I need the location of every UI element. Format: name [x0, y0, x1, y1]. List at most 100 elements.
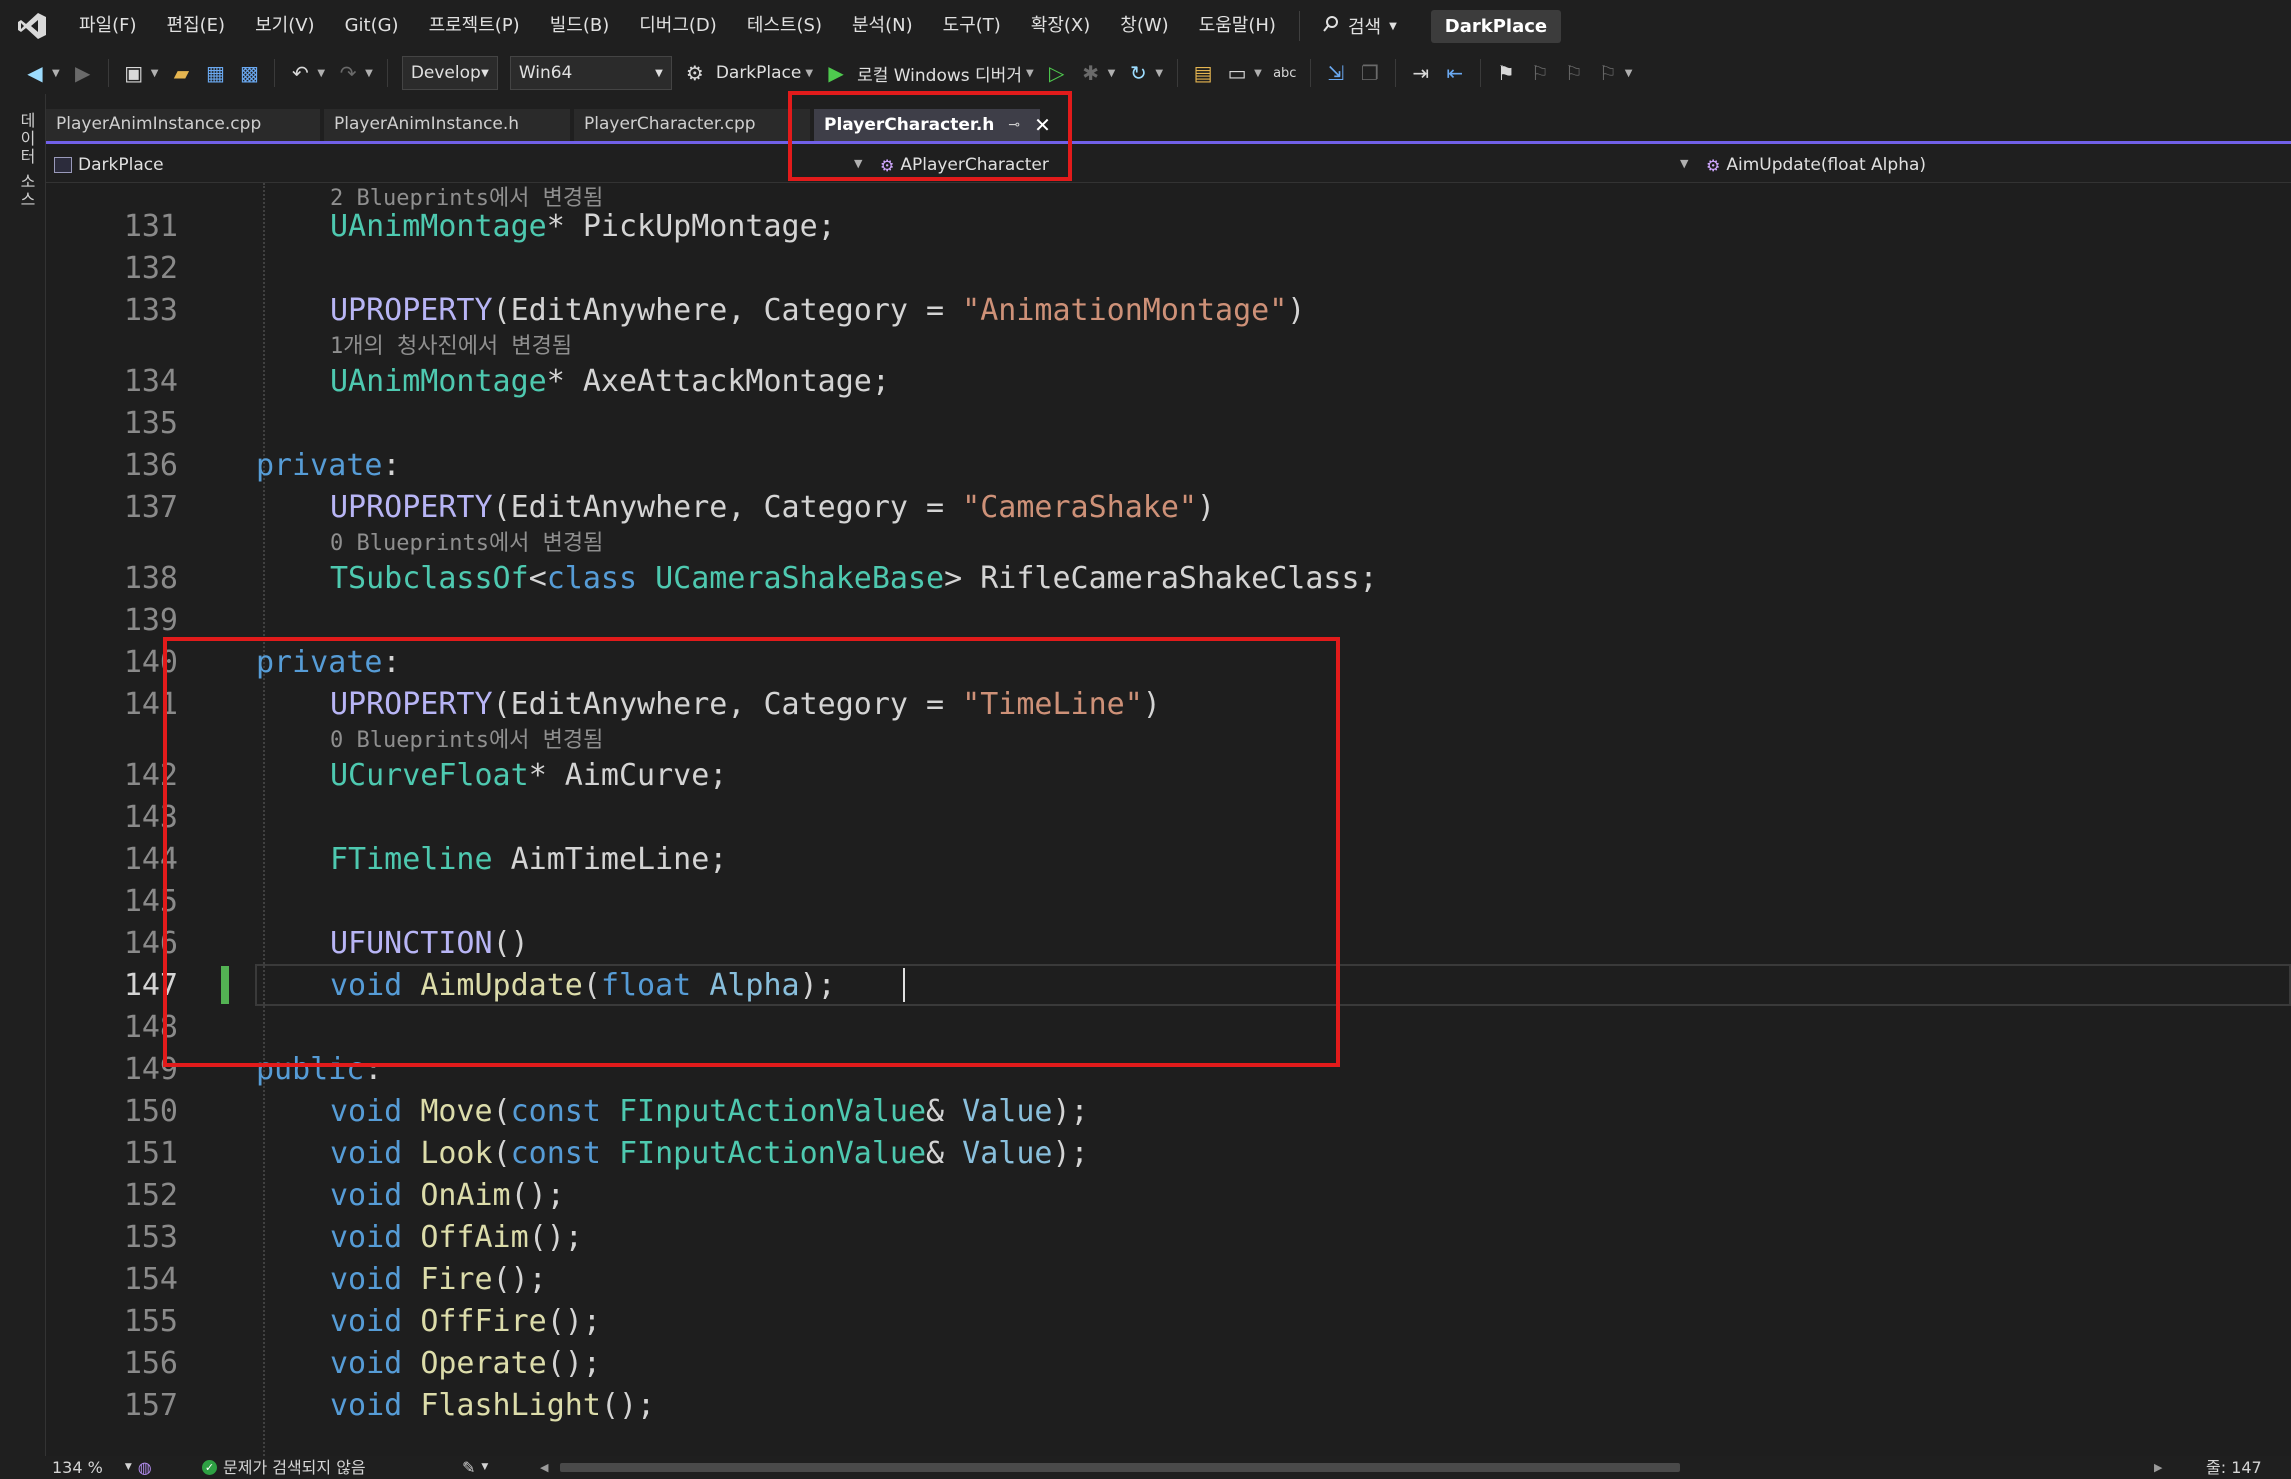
code-cleanup-button[interactable]: ✎ ▼ — [462, 1456, 488, 1479]
folder-icon[interactable]: ▤ — [1190, 60, 1216, 86]
zoom-dropdown[interactable]: 134 % ▼ ◍ — [52, 1456, 152, 1479]
solution-name-badge[interactable]: DarkPlace — [1430, 9, 1562, 43]
layout-icon[interactable]: ▭ — [1224, 60, 1250, 86]
menu-item[interactable]: 도구(T) — [928, 0, 1016, 52]
solution-configuration-dropdown[interactable]: Develop ▼ — [401, 56, 498, 90]
redo-icon[interactable]: ↷ — [335, 60, 361, 86]
bookmark-icon[interactable]: ⚑ — [1493, 60, 1519, 86]
menu-item[interactable]: 보기(V) — [240, 0, 329, 52]
code-line[interactable]: 133 UPROPERTY(EditAnywhere, Category = "A… — [46, 291, 2291, 331]
navigate-forward-icon[interactable]: ▶ — [70, 60, 96, 86]
chevron-down-icon[interactable]: ▼ — [1108, 68, 1116, 79]
chevron-down-icon[interactable]: ▼ — [1254, 68, 1262, 79]
code-token: ); — [1052, 1136, 1089, 1171]
code-token: (EditAnywhere, Category = — [492, 490, 963, 525]
code-line[interactable]: 157 void FlashLight(); — [46, 1386, 2291, 1426]
member-dropdown[interactable]: ⚙ AimUpdate(float Alpha) — [1706, 147, 1926, 183]
new-project-icon[interactable]: ▣ — [121, 60, 147, 86]
previous-bookmark-icon[interactable]: ⚐ — [1527, 60, 1553, 86]
highlight-box-active-tab — [788, 91, 1072, 181]
code-line[interactable]: 135 — [46, 404, 2291, 444]
code-token: const — [510, 1094, 619, 1129]
code-line[interactable]: 132 — [46, 249, 2291, 289]
save-icon[interactable]: ▦ — [202, 60, 228, 86]
clear-bookmarks-icon[interactable]: ⚐ — [1595, 60, 1621, 86]
copy-icon[interactable]: ❐ — [1357, 60, 1383, 86]
gear-icon[interactable]: ⚙ — [682, 60, 708, 86]
indent-icon[interactable]: ⇥ — [1408, 60, 1434, 86]
save-all-icon[interactable]: ▩ — [236, 60, 262, 86]
search-button[interactable]: 검색 ▼ — [1308, 13, 1411, 39]
menu-item[interactable]: 도움말(H) — [1184, 0, 1291, 52]
code-line[interactable]: 138 TSubclassOf<class UCameraShakeBase> R… — [46, 559, 2291, 599]
copilot-icon[interactable]: ◍ — [138, 1456, 152, 1479]
codelens-hint[interactable]: 1개의 청사진에서 변경됨 — [330, 331, 572, 363]
standard-toolbar: ◀ ▼ ▶ ▣ ▼ ▰ ▦ ▩ ↶ ▼ ↷ ▼ Develop ▼ Win64 … — [0, 52, 2291, 94]
tab-playercharacter-cpp[interactable]: PlayerCharacter.cpp — [574, 109, 810, 141]
chevron-down-icon[interactable]: ▼ — [1026, 68, 1034, 79]
menu-item[interactable]: 확장(X) — [1016, 0, 1106, 52]
step-icon[interactable]: ⇲ — [1323, 60, 1349, 86]
solution-platform-dropdown[interactable]: Win64 ▼ — [509, 56, 672, 90]
outdent-icon[interactable]: ⇤ — [1442, 60, 1468, 86]
codelens-hint[interactable]: 0 Blueprints에서 변경됨 — [330, 528, 603, 560]
code-token: > RifleCameraShakeClass; — [944, 561, 1378, 596]
open-file-icon[interactable]: ▰ — [168, 60, 194, 86]
chevron-down-icon[interactable]: ▼ — [52, 68, 60, 79]
tab-playeraniminstance-cpp[interactable]: PlayerAnimInstance.cpp — [46, 109, 320, 141]
restart-icon[interactable]: ↻ — [1125, 60, 1151, 86]
line-number: 146 — [123, 926, 178, 961]
chevron-down-icon[interactable]: ▼ — [317, 68, 325, 79]
code-line[interactable]: 155 void OffFire(); — [46, 1302, 2291, 1342]
code-line[interactable]: 131 UAnimMontage* PickUpMontage; — [46, 207, 2291, 247]
chevron-down-icon[interactable]: ▼ — [1680, 157, 1688, 170]
menu-item[interactable]: 창(W) — [1105, 0, 1183, 52]
spell-check-icon[interactable]: abc — [1272, 60, 1298, 86]
menu-item[interactable]: 프로젝트(P) — [414, 0, 535, 52]
code-token: OffFire — [420, 1304, 547, 1339]
chevron-down-icon[interactable]: ▼ — [805, 68, 813, 79]
start-debugging-icon[interactable]: ▶ — [823, 60, 849, 86]
scroll-left-icon[interactable]: ◀ — [540, 1456, 548, 1479]
code-line[interactable]: 150 void Move(const FInputActionValue& Va… — [46, 1092, 2291, 1132]
code-line[interactable]: 137 UPROPERTY(EditAnywhere, Category = "C… — [46, 488, 2291, 528]
menu-item[interactable]: 분석(N) — [837, 0, 928, 52]
chevron-down-icon[interactable]: ▼ — [365, 68, 373, 79]
code-line[interactable]: 151 void Look(const FInputActionValue& Va… — [46, 1134, 2291, 1174]
chevron-down-icon[interactable]: ▼ — [1625, 68, 1633, 79]
debugger-label[interactable]: 로컬 Windows 디버거 — [857, 61, 1022, 86]
code-line[interactable]: 152 void OnAim(); — [46, 1176, 2291, 1216]
code-line[interactable]: 134 UAnimMontage* AxeAttackMontage; — [46, 362, 2291, 402]
code-token: void — [330, 1178, 421, 1213]
project-dropdown[interactable]: DarkPlace — [54, 147, 164, 183]
menu-item[interactable]: 파일(F) — [64, 0, 152, 52]
horizontal-scrollbar[interactable] — [560, 1463, 1680, 1472]
code-line[interactable]: 154 void Fire(); — [46, 1260, 2291, 1300]
menu-item[interactable]: 빌드(B) — [535, 0, 625, 52]
start-without-debugging-icon[interactable]: ▷ — [1044, 60, 1070, 86]
visual-studio-logo-icon[interactable] — [14, 8, 50, 44]
chevron-down-icon[interactable]: ▼ — [151, 68, 159, 79]
menu-item[interactable]: Git(G) — [330, 0, 414, 52]
hot-reload-icon[interactable]: ✱ — [1078, 60, 1104, 86]
tab-label: PlayerCharacter.cpp — [584, 114, 756, 134]
next-bookmark-icon[interactable]: ⚐ — [1561, 60, 1587, 86]
code-line[interactable]: 139 — [46, 601, 2291, 641]
issues-indicator[interactable]: ✓ 문제가 검색되지 않음 — [202, 1456, 366, 1479]
menu-item[interactable]: 디버그(D) — [624, 0, 732, 52]
code-line[interactable]: 136 private: — [46, 446, 2291, 486]
chevron-down-icon[interactable]: ▼ — [1155, 68, 1163, 79]
tab-playeraniminstance-h[interactable]: PlayerAnimInstance.h — [324, 109, 570, 141]
code-token: (); — [528, 1220, 583, 1255]
undo-icon[interactable]: ↶ — [287, 60, 313, 86]
code-line[interactable]: 156 void Operate(); — [46, 1344, 2291, 1384]
line-indicator[interactable]: 줄: 147 — [2206, 1456, 2262, 1479]
startup-project-label[interactable]: DarkPlace — [716, 63, 802, 83]
code-token: (); — [600, 1388, 656, 1423]
navigate-back-icon[interactable]: ◀ — [22, 60, 48, 86]
menu-item[interactable]: 편집(E) — [152, 0, 241, 52]
data-sources-tab[interactable]: 데이터 소스 — [14, 112, 38, 209]
code-line[interactable]: 153 void OffAim(); — [46, 1218, 2291, 1258]
menu-item[interactable]: 테스트(S) — [732, 0, 837, 52]
scroll-right-icon[interactable]: ▶ — [2154, 1456, 2162, 1479]
